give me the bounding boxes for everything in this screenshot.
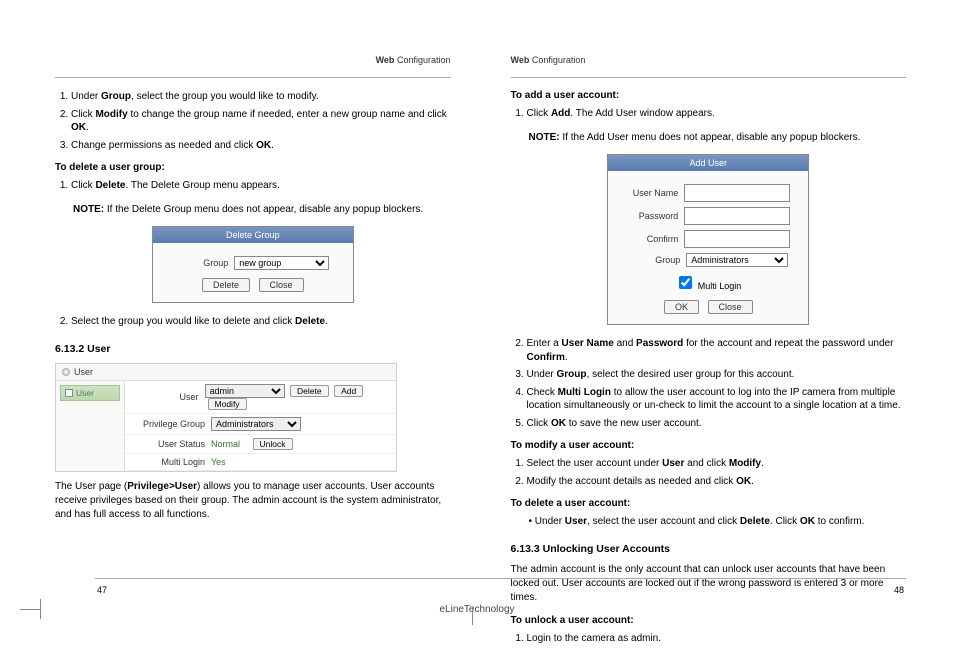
group-select[interactable]: new group (234, 256, 329, 270)
unlock-heading: 6.13.3 Unlocking User Accounts (511, 543, 907, 555)
user-select[interactable]: admin (205, 384, 285, 398)
unlock-button[interactable]: Unlock (253, 438, 293, 450)
user-modify-button[interactable]: Modify (208, 398, 247, 410)
dialog-title: Delete Group (153, 227, 353, 243)
unlock-list: Login to the camera as admin. (511, 632, 907, 646)
username-label: User Name (626, 188, 678, 198)
add-group-select[interactable]: Administrators (686, 253, 788, 267)
delete-note: NOTE: If the Delete Group menu does not … (73, 203, 451, 217)
center-tick-icon (472, 607, 473, 625)
confirm-input[interactable] (684, 230, 790, 248)
add-user-title: To add a user account: (511, 90, 907, 101)
add-list2: Enter a User Name and Password for the a… (511, 337, 907, 430)
add-group-label: Group (628, 255, 680, 265)
delete-group-list2: Select the group you would like to delet… (55, 315, 451, 329)
header-left: Web Configuration (55, 55, 451, 67)
ok-button[interactable]: OK (664, 300, 699, 314)
crop-mark-icon (20, 595, 50, 625)
unlock-para: The admin account is the only account th… (511, 563, 907, 605)
page-number-right: 48 (894, 585, 904, 595)
header-rule-right (511, 77, 907, 78)
row-user-label: User (131, 392, 205, 402)
add-dialog-title: Add User (608, 155, 808, 171)
multi-value: Yes (211, 457, 226, 467)
left-page: Web Configuration Under Group, select th… (55, 55, 451, 655)
delete-group-dialog: Delete Group Group new group Delete Clos… (152, 226, 354, 303)
delete-button[interactable]: Delete (202, 278, 250, 292)
password-label: Password (626, 211, 678, 221)
row-privgroup-label: Privilege Group (131, 419, 211, 429)
add-user-dialog: Add User User Name Password Confirm Grou… (607, 154, 809, 325)
right-page: Web Configuration To add a user account:… (511, 55, 907, 655)
add-list1: Click Add. The Add User window appears. (511, 107, 907, 121)
add-note: NOTE: If the Add User menu does not appe… (529, 131, 907, 145)
username-input[interactable] (684, 184, 790, 202)
unlock-title: To unlock a user account: (511, 615, 907, 626)
row-multi-label: Multi Login (131, 457, 211, 467)
user-page-figure: User User User admin Delete Add Modify (55, 363, 397, 472)
confirm-label: Confirm (626, 234, 678, 244)
intro-list: Under Group, select the group you would … (55, 90, 451, 152)
user-add-button[interactable]: Add (334, 385, 363, 397)
deleteacct-bullet: Under User, select the user account and … (529, 515, 907, 529)
modify-title: To modify a user account: (511, 440, 907, 451)
user-heading: 6.13.2 User (55, 343, 451, 355)
multi-login-label: Multi Login (698, 281, 742, 291)
header-right: Web Configuration (511, 55, 907, 67)
user-delete-button[interactable]: Delete (290, 385, 329, 397)
row-status-label: User Status (131, 439, 211, 449)
privgroup-select[interactable]: Administrators (211, 417, 301, 431)
page-number-left: 47 (97, 585, 107, 595)
add-close-button[interactable]: Close (708, 300, 753, 314)
multi-login-checkbox[interactable] (679, 276, 692, 289)
password-input[interactable] (684, 207, 790, 225)
user-tab[interactable]: User (60, 385, 120, 401)
footer-rule (95, 578, 906, 579)
status-value: Normal (211, 439, 240, 449)
user-description: The User page (Privilege>User) allows yo… (55, 480, 451, 522)
footer-brand: eLineTechnology (0, 604, 954, 615)
delete-group-title: To delete a user group: (55, 162, 451, 173)
sidebar-label: User (74, 367, 93, 377)
close-button[interactable]: Close (259, 278, 304, 292)
deleteacct-title: To delete a user account: (511, 498, 907, 509)
group-label: Group (176, 258, 228, 268)
delete-group-list: Click Delete. The Delete Group menu appe… (55, 179, 451, 193)
header-rule-left (55, 77, 451, 78)
modify-list: Select the user account under User and c… (511, 457, 907, 488)
user-icon (62, 368, 70, 376)
